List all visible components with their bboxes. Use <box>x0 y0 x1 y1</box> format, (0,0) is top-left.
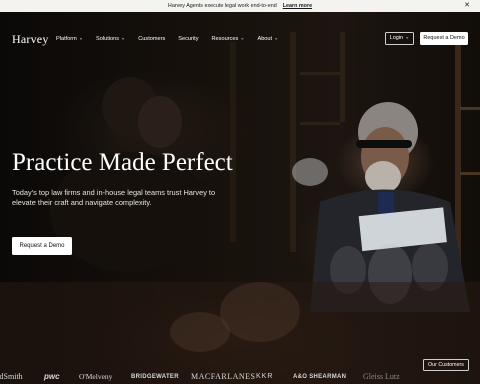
chevron-down-icon: ⌄ <box>405 34 410 41</box>
chevron-down-icon: ⌄ <box>240 35 245 42</box>
nav-item-solutions[interactable]: Solutions ⌄ <box>96 32 125 46</box>
nav-item-security[interactable]: Security <box>178 32 198 46</box>
nav-menu: Platform ⌄ Solutions ⌄ Customers Securit… <box>56 32 278 46</box>
our-customers-button[interactable]: Our Customers <box>423 359 469 371</box>
nav-item-label: Resources <box>211 36 239 42</box>
hero-section: Harvey Platform ⌄ Solutions ⌄ Customers … <box>0 12 480 384</box>
nav-item-label: Security <box>178 36 199 42</box>
customer-logo-strip: edSmith pwc O'Melveny BRIDGEWATER MACFAR… <box>0 370 480 384</box>
nav-item-customers[interactable]: Customers <box>138 32 165 46</box>
top-navigation: Harvey Platform ⌄ Solutions ⌄ Customers … <box>0 32 480 46</box>
nav-item-label: Platform <box>56 36 77 42</box>
announcement-bar: Harvey Agents execute legal work end-to-… <box>0 0 480 12</box>
customer-logo: O'Melveny <box>79 372 113 381</box>
nav-item-platform[interactable]: Platform ⌄ <box>56 32 83 46</box>
nav-item-label: Solutions <box>96 36 120 42</box>
customer-logo: BRIDGEWATER <box>131 374 179 380</box>
customer-logo: edSmith <box>0 372 23 381</box>
login-button[interactable]: Login ⌄ <box>385 32 414 45</box>
hero-headline: Practice Made Perfect <box>12 149 233 176</box>
harvey-logo[interactable]: Harvey <box>12 32 49 46</box>
chevron-down-icon: ⌄ <box>274 35 279 42</box>
login-label: Login <box>389 35 404 42</box>
announcement-text: Harvey Agents execute legal work end-to-… <box>167 3 277 9</box>
hero-request-demo-button[interactable]: Request a Demo <box>12 237 72 255</box>
close-icon[interactable]: ✕ <box>464 2 470 10</box>
chevron-down-icon: ⌄ <box>78 35 84 42</box>
nav-item-resources[interactable]: Resources ⌄ <box>212 32 245 46</box>
customer-logo: KKR <box>256 373 274 380</box>
nav-item-label: Customers <box>138 36 166 42</box>
customer-logo: pwc <box>44 372 60 381</box>
hero-subhead: Today's top law firms and in-house legal… <box>12 188 216 207</box>
nav-item-label: About <box>257 36 273 42</box>
customer-logo: A&O SHEARMAN <box>293 374 347 380</box>
nav-item-about[interactable]: About ⌄ <box>257 32 278 46</box>
request-demo-button[interactable]: Request a Demo <box>420 32 468 45</box>
customer-logo: Gleiss Lutz <box>363 372 400 381</box>
chevron-down-icon: ⌄ <box>121 35 126 42</box>
announcement-learn-more-link[interactable]: Learn more <box>283 3 312 9</box>
customer-logo: MACFARLANES <box>191 372 256 381</box>
